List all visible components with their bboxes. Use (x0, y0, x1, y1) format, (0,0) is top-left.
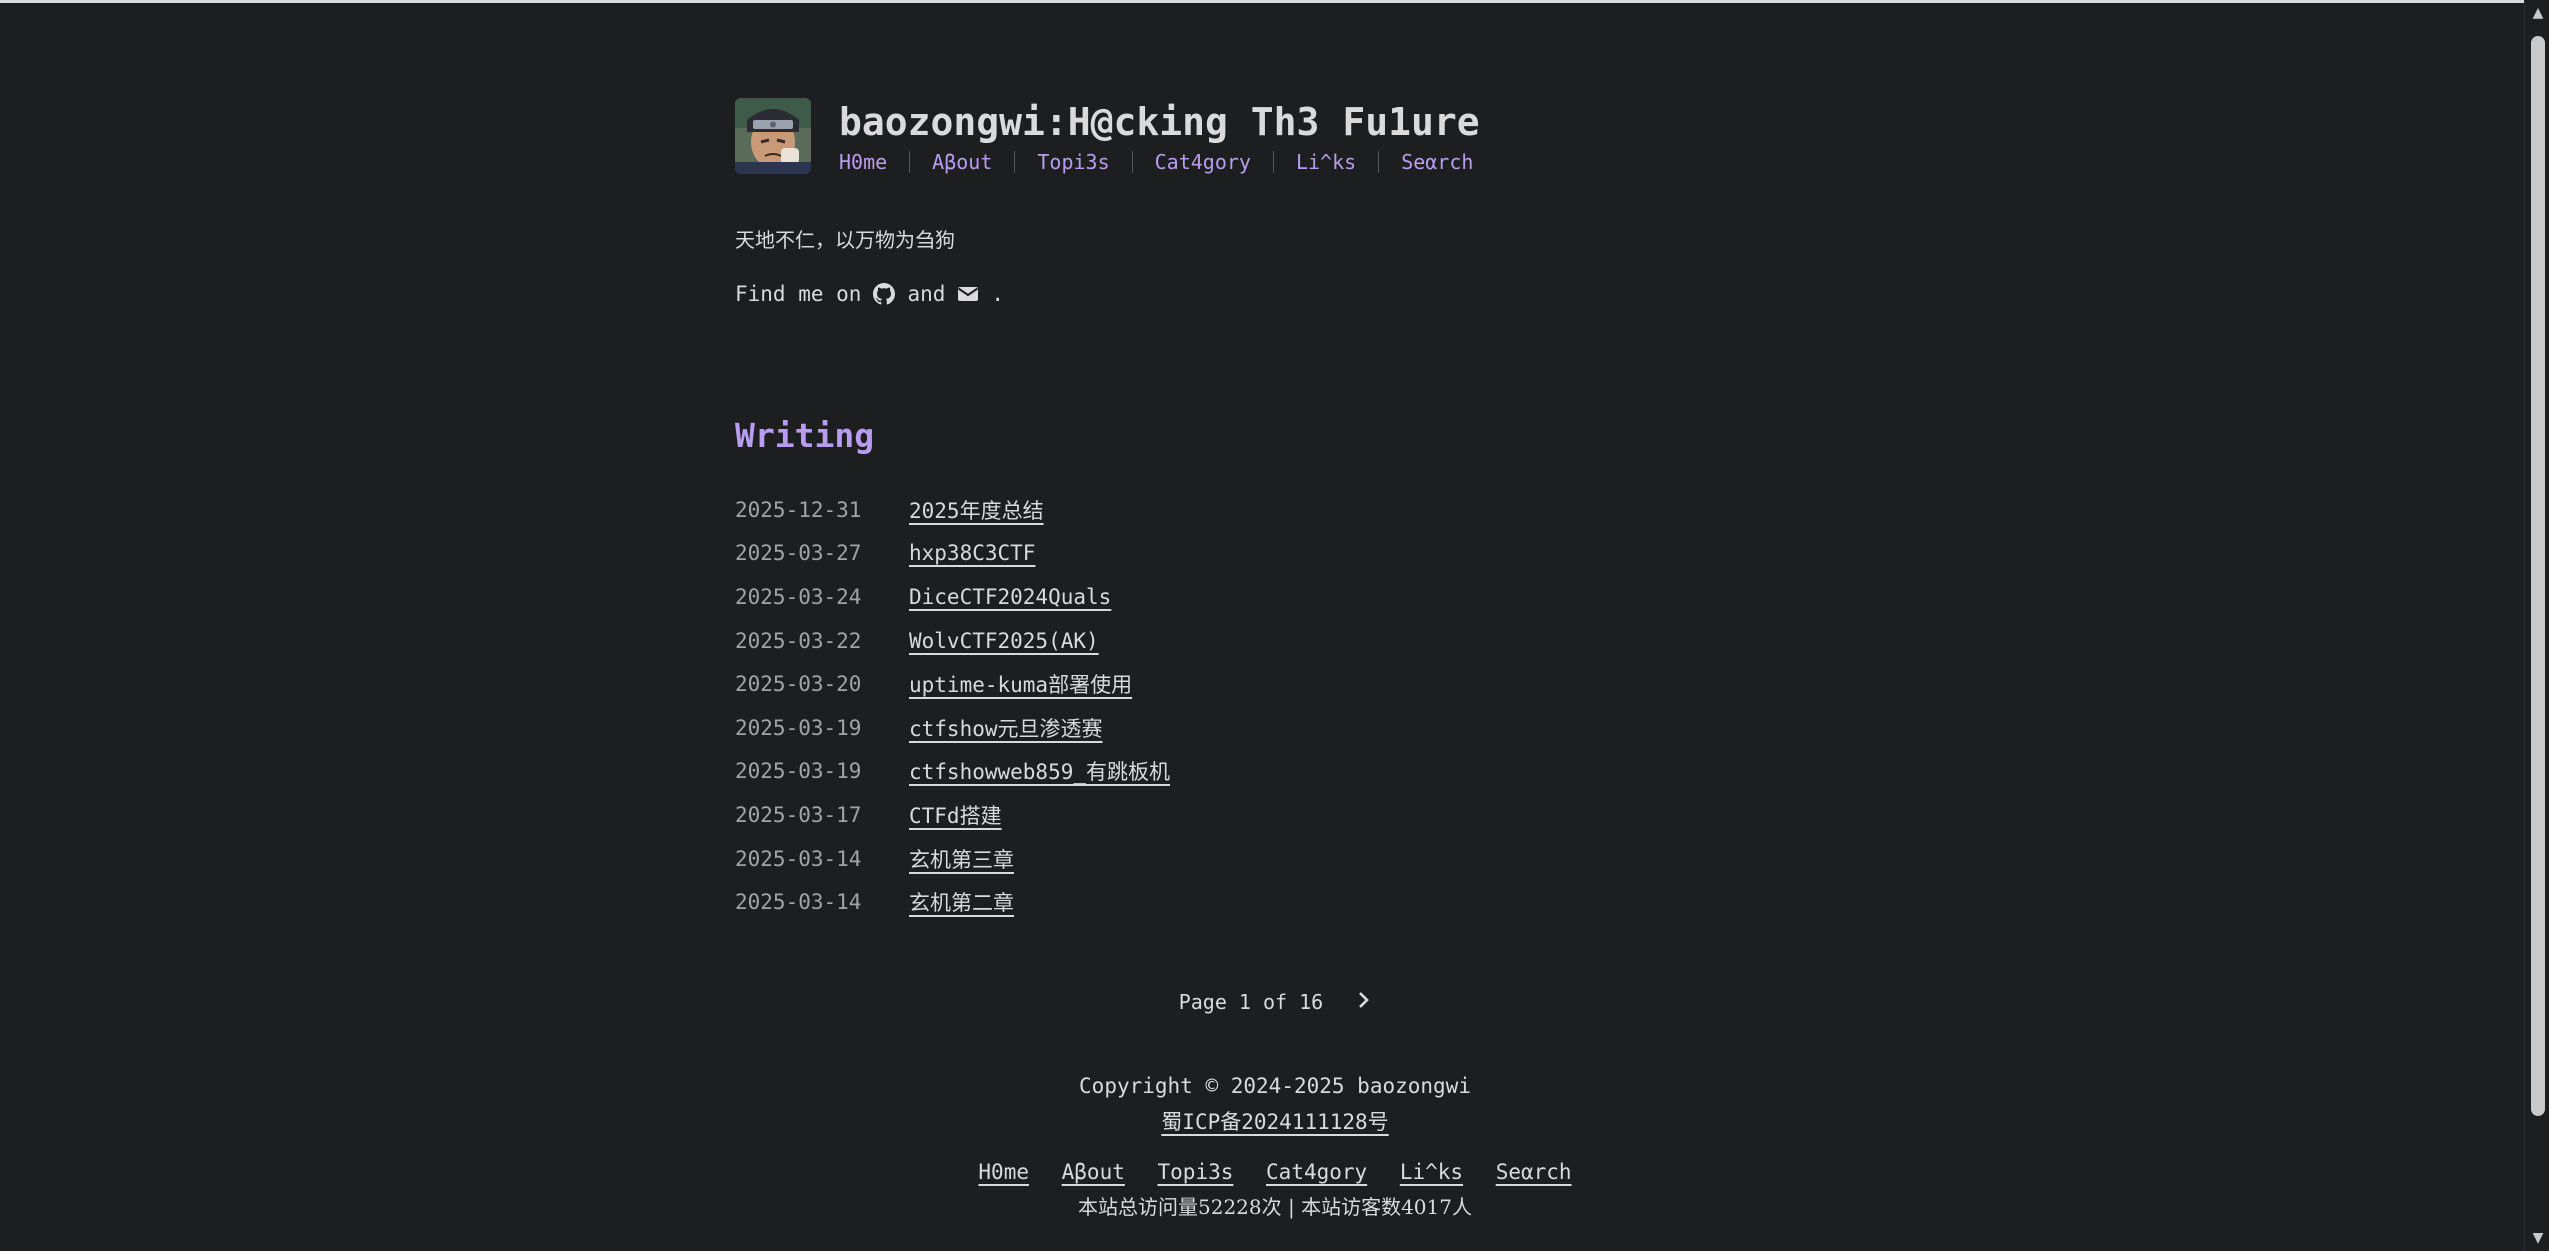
footer-nav-search[interactable]: Seαrch (1496, 1160, 1572, 1184)
chevron-right-icon[interactable] (1357, 990, 1371, 1014)
post-link[interactable]: DiceCTF2024Quals (909, 585, 1111, 609)
footer-nav-about[interactable]: Aβout (1062, 1160, 1125, 1184)
post-link[interactable]: CTFd搭建 (909, 800, 1002, 830)
nav-about[interactable]: Aβout (932, 150, 992, 174)
nav-home[interactable]: H0me (839, 150, 887, 174)
nav-category[interactable]: Cat4gory (1155, 150, 1251, 174)
find-me-line: Find me on and . (735, 282, 1004, 306)
post-date: 2025-03-19 (735, 759, 862, 784)
nav-divider (1131, 151, 1133, 173)
nav-divider (1272, 151, 1274, 173)
nav-links[interactable]: Li^ks (1296, 150, 1356, 174)
list-item: 2025-03-19 ctfshowweb859_有跳板机 (735, 750, 1435, 794)
icp-link[interactable]: 蜀ICP备2024111128号 (1161, 1110, 1388, 1134)
list-item: 2025-03-19 ctfshow元旦渗透赛 (735, 706, 1435, 750)
nav-topics[interactable]: Topi3s (1037, 150, 1109, 174)
post-link[interactable]: 玄机第二章 (909, 887, 1014, 917)
site-title[interactable]: baozongwi:H@cking Th3 Fu1ure (839, 100, 1480, 144)
main-nav: H0me Aβout Topi3s Cat4gory Li^ks Seαrch (839, 150, 1473, 174)
post-date: 2025-03-24 (735, 584, 862, 609)
post-link[interactable]: ctfshowweb859_有跳板机 (909, 756, 1170, 786)
find-me-suffix: . (991, 282, 1005, 306)
list-item: 2025-03-14 玄机第三章 (735, 837, 1435, 881)
list-item: 2025-03-22 WolvCTF2025(AK) (735, 619, 1435, 663)
nav-divider (909, 151, 911, 173)
footer-nav-topics[interactable]: Topi3s (1158, 1160, 1234, 1184)
footer-nav-links[interactable]: Li^ks (1400, 1160, 1463, 1184)
section-title: Writing (735, 416, 875, 455)
post-link[interactable]: hxp38C3CTF (909, 541, 1035, 565)
visit-stats: 本站总访问量52228次 | 本站访客数4017人 (1078, 1195, 1472, 1219)
post-date: 2025-03-22 (735, 628, 862, 653)
post-list: 2025-12-31 2025年度总结 2025-03-27 hxp38C3CT… (735, 488, 1435, 924)
post-date: 2025-03-20 (735, 672, 862, 697)
list-item: 2025-03-17 CTFd搭建 (735, 793, 1435, 837)
footer-nav: H0me Aβout Topi3s Cat4gory Li^ks Seαrch (735, 1154, 1815, 1190)
nav-divider (1378, 151, 1380, 173)
footer-nav-category[interactable]: Cat4gory (1266, 1160, 1367, 1184)
list-item: 2025-12-31 2025年度总结 (735, 488, 1435, 532)
find-me-and: and (907, 282, 946, 306)
post-date: 2025-03-27 (735, 541, 862, 566)
pagination: Page 1 of 16 (735, 990, 1815, 1014)
icp-record: 蜀ICP备2024111128号 (735, 1104, 1815, 1140)
list-item: 2025-03-20 uptime-kuma部署使用 (735, 662, 1435, 706)
nav-divider (1014, 151, 1016, 173)
footer-nav-home[interactable]: H0me (978, 1160, 1029, 1184)
post-date: 2025-03-19 (735, 715, 862, 740)
post-date: 2025-03-17 (735, 802, 862, 827)
post-date: 2025-03-14 (735, 890, 862, 915)
motto: 天地不仁，以万物为刍狗 (735, 228, 955, 252)
post-link[interactable]: ctfshow元旦渗透赛 (909, 713, 1103, 743)
list-item: 2025-03-14 玄机第二章 (735, 880, 1435, 924)
window-top-border (0, 0, 2549, 3)
list-item: 2025-03-24 DiceCTF2024Quals (735, 575, 1435, 619)
list-item: 2025-03-27 hxp38C3CTF (735, 532, 1435, 576)
page-indicator: Page 1 of 16 (1178, 990, 1324, 1014)
find-me-prefix: Find me on (735, 282, 862, 306)
scroll-down-icon[interactable]: ▼ (2531, 1231, 2545, 1245)
scroll-up-icon[interactable]: ▲ (2531, 6, 2545, 20)
post-link[interactable]: 2025年度总结 (909, 495, 1044, 525)
post-link[interactable]: WolvCTF2025(AK) (909, 629, 1099, 653)
site-footer: Copyright © 2024-2025 baozongwi 蜀ICP备202… (735, 1068, 1815, 1224)
github-icon[interactable] (873, 283, 896, 305)
scrollbar[interactable]: ▲ ▼ (2524, 0, 2549, 1251)
scrollbar-thumb[interactable] (2531, 36, 2545, 1116)
copyright: Copyright © 2024-2025 baozongwi (1079, 1074, 1471, 1098)
post-date: 2025-03-14 (735, 846, 862, 871)
mail-icon[interactable] (957, 283, 979, 305)
post-link[interactable]: 玄机第三章 (909, 844, 1014, 874)
avatar-image (735, 98, 811, 174)
avatar[interactable] (735, 98, 811, 174)
post-link[interactable]: uptime-kuma部署使用 (909, 669, 1132, 699)
nav-search[interactable]: Seαrch (1401, 150, 1473, 174)
post-date: 2025-12-31 (735, 497, 862, 522)
